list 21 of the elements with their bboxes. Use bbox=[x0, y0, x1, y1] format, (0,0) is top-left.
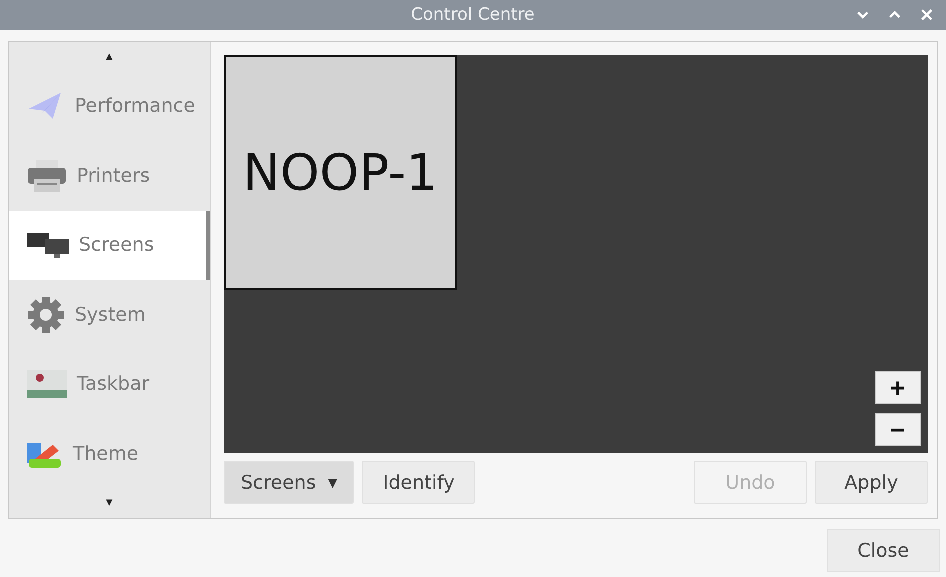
taskbar-icon bbox=[27, 370, 67, 398]
monitors-icon bbox=[27, 231, 69, 260]
scroll-down-button[interactable]: ▼ bbox=[9, 488, 210, 518]
close-button[interactable]: Close bbox=[827, 529, 940, 572]
sidebar-item[interactable]: System bbox=[9, 280, 210, 350]
dropdown-button[interactable]: Screens ▼ bbox=[224, 461, 354, 504]
sidebar-item[interactable]: Screens bbox=[9, 210, 210, 280]
zoom-in-button[interactable]: + bbox=[875, 371, 921, 404]
window-title: Control Centre bbox=[411, 5, 535, 25]
sidebar-item[interactable]: Printers bbox=[9, 141, 210, 211]
printer-icon bbox=[27, 158, 67, 193]
sidebar-item[interactable]: Performance bbox=[9, 72, 210, 142]
scroll-up-button[interactable]: ▲ bbox=[9, 42, 210, 72]
action-button[interactable]: Identify bbox=[362, 461, 476, 504]
sidebar-item[interactable]: Taskbar bbox=[9, 350, 210, 419]
close-icon bbox=[920, 8, 934, 22]
action-button[interactable]: Apply bbox=[815, 461, 928, 504]
sidebar-item[interactable]: Theme bbox=[9, 418, 210, 488]
gear-icon bbox=[27, 296, 65, 334]
screen-block[interactable]: NOOP-1 bbox=[224, 55, 457, 290]
zoom-out-button[interactable]: − bbox=[875, 413, 921, 446]
